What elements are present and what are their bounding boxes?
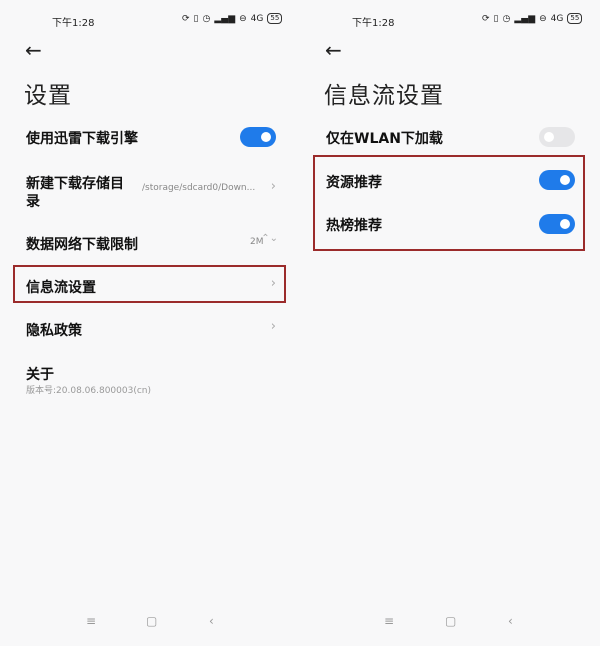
setting-label: 信息流设置 xyxy=(26,280,96,296)
setting-label-line2: 录 xyxy=(26,194,40,210)
signal-icon: ▂▄▆ xyxy=(214,13,236,24)
toggle-knob xyxy=(261,132,271,142)
setting-row-hot-list-recommend[interactable]: 热榜推荐 xyxy=(300,212,600,236)
dnd-icon: ⊖ xyxy=(539,13,547,24)
setting-label: 隐私政策 xyxy=(26,323,82,339)
status-time: 下午1:28 xyxy=(352,18,395,29)
setting-row-about[interactable]: 关于 版本号:20.08.06.800003(cn) xyxy=(0,364,300,400)
network-label: 4G xyxy=(250,13,264,24)
alarm-icon: ◷ xyxy=(202,13,211,24)
home-icon[interactable]: ▢ xyxy=(445,614,456,628)
updown-icon: ⌃⌄ xyxy=(261,233,278,244)
chevron-right-icon: › xyxy=(270,179,276,194)
settings-screen: 下午1:28 ⟳ ▯ ◷ ▂▄▆ ⊖ 4G 55 ← 设置 使用迅雷下载引擎 新… xyxy=(0,0,300,646)
setting-row-download-dir[interactable]: 新建下载存储目 录 /storage/sdcard0/Down... › xyxy=(0,170,300,214)
signal-icon: ▂▄▆ xyxy=(514,13,536,24)
menu-icon[interactable]: ≡ xyxy=(384,614,394,628)
status-bar: 下午1:28 ⟳ ▯ ◷ ▂▄▆ ⊖ 4G 55 xyxy=(300,12,600,30)
setting-row-feed[interactable]: 信息流设置 › xyxy=(0,276,300,298)
page-title: 信息流设置 xyxy=(324,83,444,109)
back-nav-icon[interactable]: ‹ xyxy=(508,614,513,628)
setting-label: 热榜推荐 xyxy=(326,218,382,234)
setting-row-data-limit[interactable]: 数据网络下载限制 2M ⌃⌄ xyxy=(0,232,300,256)
status-icons: ⟳ ▯ ◷ ▂▄▆ ⊖ 4G 55 xyxy=(182,13,283,24)
chevron-right-icon: › xyxy=(270,276,276,291)
sync-icon: ⟳ xyxy=(482,13,490,24)
battery-icon: 55 xyxy=(267,13,283,24)
setting-label: 资源推荐 xyxy=(326,175,382,191)
alarm-icon: ◷ xyxy=(502,13,511,24)
setting-row-privacy[interactable]: 隐私政策 › xyxy=(0,319,300,342)
toggle-knob xyxy=(560,219,570,229)
back-arrow-icon[interactable]: ← xyxy=(25,40,47,60)
toggle-knob xyxy=(544,132,554,142)
setting-label: 数据网络下载限制 xyxy=(26,237,138,253)
home-icon[interactable]: ▢ xyxy=(146,614,157,628)
setting-label: 仅在WLAN下加载 xyxy=(326,131,443,147)
back-nav-icon[interactable]: ‹ xyxy=(209,614,214,628)
setting-label: 使用迅雷下载引擎 xyxy=(26,131,138,147)
status-time: 下午1:28 xyxy=(52,18,95,29)
setting-row-wlan-only[interactable]: 仅在WLAN下加载 xyxy=(300,125,600,151)
sync-icon: ⟳ xyxy=(182,13,190,24)
feed-settings-screen: 下午1:28 ⟳ ▯ ◷ ▂▄▆ ⊖ 4G 55 ← 信息流设置 仅在WLAN下… xyxy=(300,0,600,646)
toggle-knob xyxy=(560,175,570,185)
back-arrow-icon[interactable]: ← xyxy=(325,40,347,60)
nav-bar: ≡ ▢ ‹ xyxy=(0,614,300,630)
chevron-right-icon: › xyxy=(270,319,276,334)
menu-icon[interactable]: ≡ xyxy=(86,614,96,628)
thunder-engine-toggle[interactable] xyxy=(240,127,276,147)
resource-recommend-toggle[interactable] xyxy=(539,170,575,190)
wlan-only-toggle[interactable] xyxy=(539,127,575,147)
nav-bar: ≡ ▢ ‹ xyxy=(300,614,600,630)
battery-icon: 55 xyxy=(567,13,583,24)
status-icons: ⟳ ▯ ◷ ▂▄▆ ⊖ 4G 55 xyxy=(482,13,583,24)
status-bar: 下午1:28 ⟳ ▯ ◷ ▂▄▆ ⊖ 4G 55 xyxy=(0,12,300,30)
version-text: 版本号:20.08.06.800003(cn) xyxy=(26,386,152,396)
setting-row-resource-recommend[interactable]: 资源推荐 xyxy=(300,169,600,193)
vibrate-icon: ▯ xyxy=(193,13,199,24)
setting-label: 新建下载存储目 xyxy=(26,176,124,192)
hot-list-recommend-toggle[interactable] xyxy=(539,214,575,234)
setting-row-thunder-engine[interactable]: 使用迅雷下载引擎 xyxy=(0,124,300,152)
dnd-icon: ⊖ xyxy=(239,13,247,24)
download-dir-value: /storage/sdcard0/Down... xyxy=(142,183,256,193)
network-label: 4G xyxy=(550,13,564,24)
setting-label: 关于 xyxy=(26,367,54,383)
page-title: 设置 xyxy=(24,83,72,109)
vibrate-icon: ▯ xyxy=(493,13,499,24)
